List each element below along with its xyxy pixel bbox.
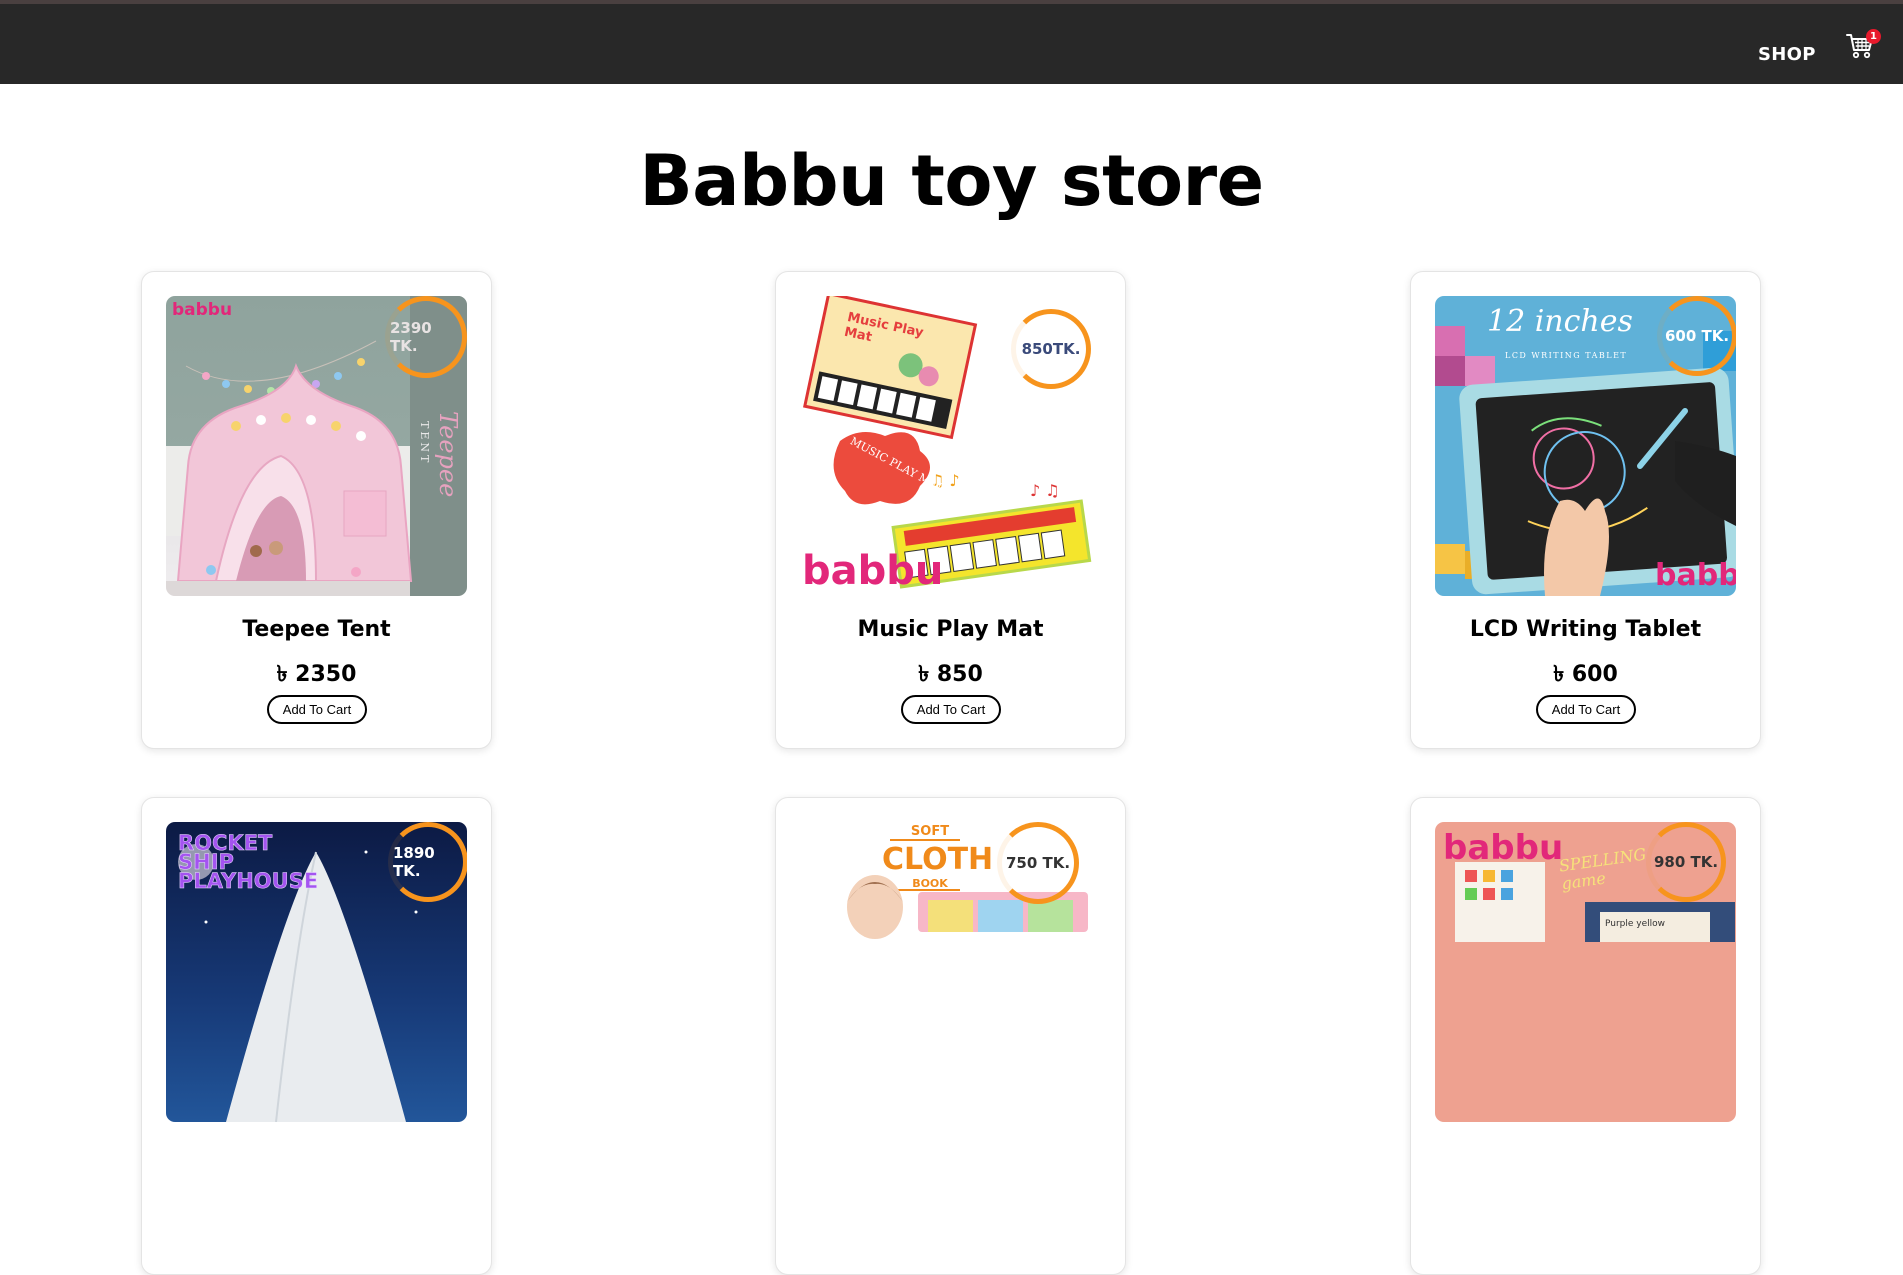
- book-image-text: BOOK: [912, 877, 948, 890]
- svg-text:♪ ♫: ♪ ♫: [1030, 481, 1060, 500]
- price-badge: 980 TK.: [1646, 822, 1726, 902]
- price-badge-text: 600 TK.: [1664, 327, 1730, 345]
- product-name: Teepee Tent: [242, 617, 391, 642]
- spelling-card-image-text: Purple yellow: [1605, 919, 1666, 929]
- product-price: ৳ 600: [1553, 662, 1618, 687]
- price-badge-text: 1890 TK.: [393, 844, 435, 880]
- tent-image-text: TENT: [418, 421, 431, 466]
- tablet-subtitle-image-text: LCD WRITING TABLET: [1505, 351, 1628, 360]
- product-card-teepee-tent: babbu Teepee TENT 2390 TK. Teepee Tent ৳…: [141, 271, 492, 749]
- product-image-spelling-game[interactable]: babbu SPELLING game Purple yellow 980 TK…: [1435, 822, 1736, 1122]
- product-card-lcd-writing-tablet: 12 inches LCD WRITING TABLET babbu 600 T…: [1410, 271, 1761, 749]
- add-to-cart-button[interactable]: Add To Cart: [1536, 695, 1636, 724]
- rocket-image-text: ROCKET SHIP PLAYHOUSE: [178, 831, 319, 893]
- product-price: ৳ 2350: [276, 662, 357, 687]
- product-card-soft-cloth-book: SOFT CLOTH BOOK 750 TK.: [775, 797, 1126, 1275]
- page-title: Babbu toy store: [639, 140, 1264, 222]
- babbu-logo: babbu: [802, 548, 944, 594]
- product-price: ৳ 850: [918, 662, 983, 687]
- product-image-soft-cloth-book[interactable]: SOFT CLOTH BOOK 750 TK.: [800, 822, 1101, 1122]
- teepee-image-text: Teepee: [434, 411, 462, 498]
- babbu-logo: babbu: [1655, 558, 1736, 593]
- add-to-cart-button[interactable]: Add To Cart: [901, 695, 1001, 724]
- product-card-rocket-ship-playhouse: ROCKET SHIP PLAYHOUSE 1890 TK.: [141, 797, 492, 1275]
- product-image-rocket-ship-playhouse[interactable]: ROCKET SHIP PLAYHOUSE 1890 TK.: [166, 822, 467, 1122]
- product-image-music-play-mat[interactable]: ♫ ♪ ♪ ♫ Music Play Mat MUSIC PLAY MAT ba…: [800, 296, 1101, 596]
- soft-image-text: SOFT: [910, 824, 950, 839]
- product-card-spelling-game: babbu SPELLING game Purple yellow 980 TK…: [1410, 797, 1761, 1275]
- product-name: LCD Writing Tablet: [1469, 617, 1702, 642]
- price-badge-text: 980 TK.: [1653, 853, 1719, 871]
- product-image-teepee-tent[interactable]: babbu Teepee TENT 2390 TK.: [166, 296, 467, 596]
- price-badge: 850TK.: [1011, 309, 1091, 389]
- cloth-image-text: CLOTH: [882, 842, 994, 877]
- cart-count-badge: 1: [1866, 29, 1881, 44]
- product-name: Music Play Mat: [857, 617, 1044, 642]
- nav-shop-link[interactable]: SHOP: [1758, 44, 1816, 65]
- price-badge-text: 850TK.: [1021, 340, 1081, 358]
- product-card-music-play-mat: ♫ ♪ ♪ ♫ Music Play Mat MUSIC PLAY MAT ba…: [775, 271, 1126, 749]
- price-badge: 750 TK.: [997, 822, 1079, 904]
- price-badge-text: 2390 TK.: [390, 319, 432, 355]
- price-badge: 1890 TK.: [388, 822, 467, 902]
- top-navbar: SHOP 1: [0, 4, 1903, 84]
- price-badge: 600 TK.: [1657, 296, 1736, 376]
- tablet-size-image-text: 12 inches: [1487, 304, 1633, 339]
- cart-button[interactable]: 1: [1846, 29, 1881, 62]
- product-image-lcd-writing-tablet[interactable]: 12 inches LCD WRITING TABLET babbu 600 T…: [1435, 296, 1736, 596]
- price-badge: 2390 TK.: [385, 296, 467, 378]
- add-to-cart-button[interactable]: Add To Cart: [267, 695, 367, 724]
- price-badge-text: 750 TK.: [1005, 854, 1071, 872]
- babbu-logo: babbu: [1443, 828, 1564, 868]
